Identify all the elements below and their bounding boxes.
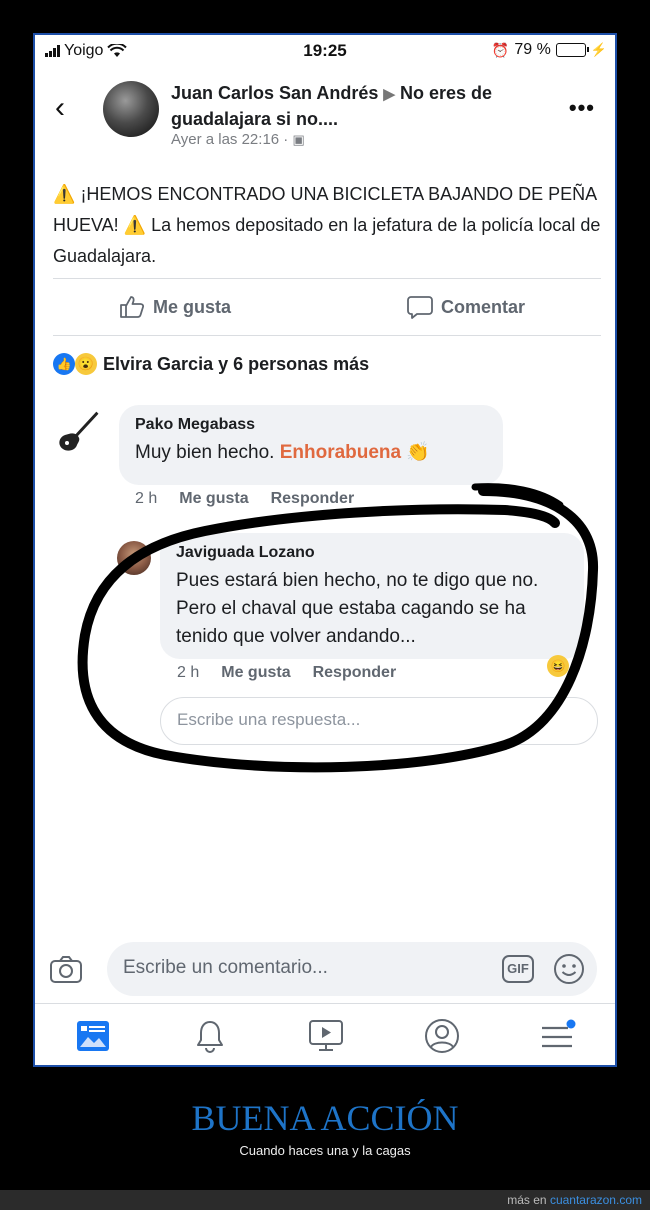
comment-time: 2 h xyxy=(177,664,200,681)
comment-meta: 2 h Me gusta Responder xyxy=(177,664,396,682)
footer-prefix: más en xyxy=(507,1193,547,1207)
comment-button[interactable]: Comentar xyxy=(407,295,525,319)
comment-bubble-icon xyxy=(407,296,433,319)
footer-site-link[interactable]: cuantarazon.com xyxy=(550,1193,642,1207)
news-feed-icon xyxy=(77,1021,109,1051)
timestamp-text: Ayer a las 22:16 · xyxy=(171,131,289,148)
post-text: ⚠️ ¡HEMOS ENCONTRADO UNA BICICLETA BAJAN… xyxy=(53,179,603,272)
like-label: Me gusta xyxy=(153,296,232,317)
warning-icon: ⚠️ xyxy=(123,215,147,235)
gif-button[interactable]: GIF xyxy=(502,955,534,983)
back-button[interactable]: ‹ xyxy=(55,93,65,123)
tab-notifications[interactable] xyxy=(190,1018,230,1054)
wow-reaction-icon: 😮 xyxy=(75,353,97,375)
tab-menu[interactable] xyxy=(537,1018,577,1054)
clapping-hands-icon: 👏 xyxy=(406,442,431,463)
arrow-right-icon: ▶ xyxy=(383,86,395,103)
divider xyxy=(53,278,601,279)
comment-reply-button[interactable]: Responder xyxy=(271,490,355,508)
watch-video-icon xyxy=(309,1020,343,1051)
group-privacy-icon: ▣ xyxy=(292,132,305,147)
commenter-name[interactable]: Javiguada Lozano xyxy=(176,543,568,563)
haha-reaction-icon: 😆 xyxy=(547,655,569,677)
battery-percent: 79 % xyxy=(514,41,551,58)
comment-like-button[interactable]: Me gusta xyxy=(179,490,248,508)
warning-icon: ⚠️ xyxy=(53,184,76,204)
guitar-icon xyxy=(59,409,101,451)
like-button[interactable]: Me gusta xyxy=(119,295,231,319)
comment-meta: 2 h Me gusta Responder xyxy=(135,490,354,508)
camera-icon[interactable] xyxy=(49,954,83,984)
phone-screen: Yoigo 19:25 ⏰ 79 % ⚡ ‹ Juan Carlos San A… xyxy=(33,33,617,1067)
battery-icon xyxy=(555,43,589,57)
comment-reaction-count[interactable]: 😆 6 xyxy=(547,655,579,677)
comment-text: Muy bien hecho. xyxy=(135,442,275,463)
tab-bar xyxy=(35,1003,615,1065)
comment-bubble: Pako Megabass Muy bien hecho. Enhorabuen… xyxy=(119,405,503,485)
commenter-avatar[interactable] xyxy=(53,405,105,457)
reactions-text: Elvira Garcia y 6 personas más xyxy=(103,353,370,374)
comment-reply-button[interactable]: Responder xyxy=(313,664,397,682)
author-name[interactable]: Juan Carlos San Andrés xyxy=(171,83,378,103)
profile-icon xyxy=(425,1019,459,1053)
comment-like-button[interactable]: Me gusta xyxy=(221,664,290,682)
author-avatar[interactable] xyxy=(103,81,159,137)
more-options-button[interactable]: ••• xyxy=(569,95,595,121)
comment-input[interactable]: Escribe un comentario... GIF xyxy=(107,942,597,996)
alarm-icon: ⏰ xyxy=(491,41,510,58)
divider xyxy=(53,335,601,336)
thumbs-up-icon xyxy=(120,296,145,318)
footer: más en cuantarazon.com xyxy=(0,1190,650,1210)
comment-bubble: Javiguada Lozano Pues estará bien hecho,… xyxy=(160,533,584,659)
reactions-summary[interactable]: 👍 😮 Elvira Garcia y 6 personas más xyxy=(53,353,369,375)
status-bar: Yoigo 19:25 ⏰ 79 % ⚡ xyxy=(35,35,615,67)
bell-icon xyxy=(197,1021,223,1053)
comment-text: Pues estará bien hecho, no te digo que n… xyxy=(176,570,539,647)
reply-input[interactable]: Escribe una respuesta... xyxy=(160,697,598,745)
comment-highlight: Enhorabuena xyxy=(279,442,402,463)
menu-icon xyxy=(542,1019,576,1048)
tab-profile[interactable] xyxy=(422,1018,462,1054)
tab-news-feed[interactable] xyxy=(73,1018,113,1054)
commenter-avatar[interactable] xyxy=(117,541,151,575)
like-reaction-icon: 👍 xyxy=(53,353,75,375)
tab-watch[interactable] xyxy=(306,1018,346,1054)
comment-time: 2 h xyxy=(135,490,158,507)
emoji-icon[interactable] xyxy=(553,953,585,985)
comment-placeholder: Escribe un comentario... xyxy=(123,957,328,978)
caption-title: BUENA ACCIÓN xyxy=(191,1098,459,1138)
caption-subtitle: Cuando haces una y la cagas xyxy=(239,1143,411,1158)
post-timestamp: Ayer a las 22:16 · ▣ xyxy=(171,131,305,148)
charging-icon: ⚡ xyxy=(590,42,607,57)
comment-composer: Escribe un comentario... GIF xyxy=(35,937,615,1003)
post-title: Juan Carlos San Andrés ▶ No eres de guad… xyxy=(171,81,551,131)
comment-label: Comentar xyxy=(441,296,526,317)
commenter-name[interactable]: Pako Megabass xyxy=(135,415,487,435)
reaction-count: 6 xyxy=(571,658,579,674)
